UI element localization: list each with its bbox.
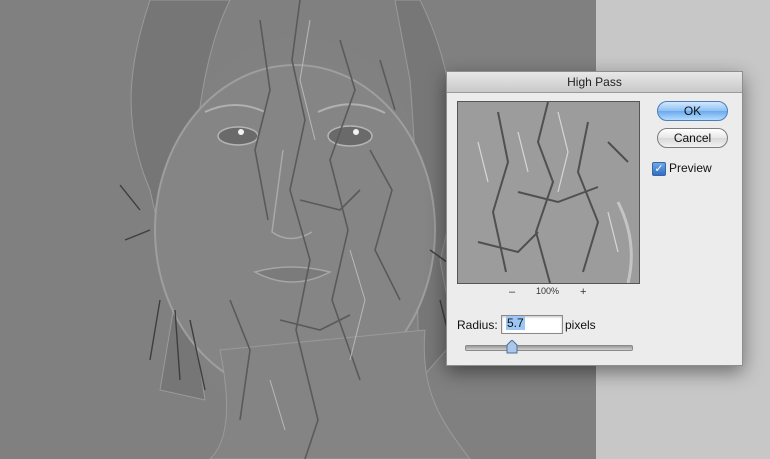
- radius-input[interactable]: 5.7: [501, 315, 563, 334]
- radius-label: Radius:: [457, 318, 498, 332]
- dialog-title: High Pass: [447, 72, 742, 93]
- zoom-level: 100%: [535, 286, 560, 296]
- preview-label: Preview: [669, 161, 712, 175]
- cancel-button[interactable]: Cancel: [657, 128, 728, 148]
- radius-slider[interactable]: [465, 345, 633, 351]
- radius-value: 5.7: [506, 316, 525, 330]
- radius-unit: pixels: [565, 318, 596, 332]
- zoom-out-icon[interactable]: –: [509, 286, 515, 298]
- ok-button[interactable]: OK: [657, 101, 728, 121]
- checkmark-icon[interactable]: ✓: [652, 162, 666, 176]
- slider-thumb-icon[interactable]: [506, 340, 518, 354]
- preview-texture: [458, 102, 639, 283]
- filter-preview[interactable]: [457, 101, 640, 284]
- zoom-in-icon[interactable]: +: [580, 286, 586, 298]
- high-pass-dialog: High Pass – 100% + OK Cancel ✓ Preview R…: [446, 71, 743, 366]
- zoom-controls: – 100% +: [457, 286, 638, 298]
